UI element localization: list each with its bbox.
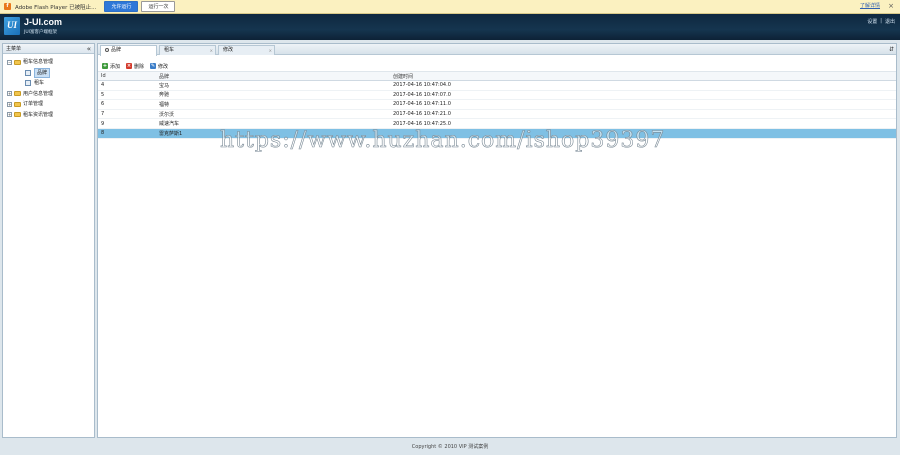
page-icon bbox=[25, 69, 31, 76]
flash-plugin-icon: f bbox=[4, 3, 11, 10]
tree-node-label: 品牌 bbox=[34, 67, 51, 78]
menu-tree: − 租车信息管理 品牌 租车 + 用户信息管理 + 订单管理 + 租车资讯管理 bbox=[3, 54, 94, 120]
app-header: UI J-UI.com JUI富客户端框架 设置 | 退出 bbox=[0, 14, 900, 40]
watermark-text: https://www.huzhan.com/ishop39397 bbox=[220, 128, 666, 154]
tree-node-brand[interactable]: 品牌 bbox=[3, 67, 94, 79]
tree-node-label: 订单管理 bbox=[23, 101, 44, 108]
header-links: 设置 | 退出 bbox=[867, 18, 895, 25]
tree-node-rental[interactable]: 租车 bbox=[3, 78, 94, 89]
table-row[interactable]: 7 沃尔沃 2017-04-16 10:47:21.0 bbox=[98, 110, 896, 120]
tab-label: 品牌 bbox=[111, 47, 122, 53]
column-header-id[interactable]: Id bbox=[101, 73, 106, 79]
tab-brand[interactable]: 品牌 bbox=[100, 45, 157, 56]
expand-toggle-icon[interactable]: + bbox=[7, 112, 12, 118]
link-separator: | bbox=[880, 18, 882, 24]
page-icon bbox=[25, 80, 31, 87]
tab-list-icon[interactable]: ⇵ bbox=[889, 44, 894, 55]
app-title: J-UI.com bbox=[24, 17, 63, 27]
learn-more-link[interactable]: 了解详情 bbox=[860, 2, 880, 9]
footer-copyright: Copyright © 2010 VIP 测试案例 bbox=[411, 444, 489, 450]
allow-run-button[interactable]: 允许运行 bbox=[104, 1, 139, 12]
table-header: Id 品牌 创建时间 bbox=[98, 72, 896, 81]
column-header-brand[interactable]: 品牌 bbox=[159, 73, 169, 80]
tab-edit[interactable]: 修改 × bbox=[218, 45, 275, 55]
cell-brand: 奔驰 bbox=[159, 92, 170, 99]
table-row[interactable]: 6 福特 2017-04-16 10:47:11.0 bbox=[98, 100, 896, 110]
tab-label: 租车 bbox=[164, 47, 175, 53]
expand-toggle-icon[interactable]: + bbox=[7, 91, 12, 97]
tree-node-label: 租车资讯管理 bbox=[23, 111, 54, 118]
cell-id: 7 bbox=[101, 111, 105, 118]
home-icon bbox=[105, 48, 109, 52]
cell-brand: 威速汽车 bbox=[159, 121, 180, 128]
tree-node-user-info[interactable]: + 用户信息管理 bbox=[3, 89, 94, 100]
collapse-icon[interactable]: « bbox=[87, 44, 91, 54]
cell-id: 9 bbox=[101, 120, 105, 127]
add-label: 添加 bbox=[110, 63, 121, 70]
edit-label: 修改 bbox=[158, 63, 169, 70]
tree-node-label: 用户信息管理 bbox=[23, 90, 54, 97]
app-subtitle: JUI富客户端框架 bbox=[24, 30, 57, 35]
tab-rental[interactable]: 租车 × bbox=[159, 45, 216, 55]
run-once-button[interactable]: 运行一次 bbox=[141, 1, 176, 12]
tree-node-label: 租车 bbox=[34, 80, 45, 87]
close-icon[interactable]: × bbox=[888, 2, 894, 11]
logout-link[interactable]: 退出 bbox=[885, 18, 895, 25]
cell-id: 4 bbox=[101, 82, 105, 89]
tree-node-label: 租车信息管理 bbox=[23, 59, 54, 66]
delete-label: 删除 bbox=[134, 63, 145, 70]
tree-node-orders[interactable]: + 订单管理 bbox=[3, 99, 94, 110]
cell-id: 6 bbox=[101, 101, 105, 108]
collapse-toggle-icon[interactable]: − bbox=[7, 59, 12, 65]
sidebar-title: 主菜单 bbox=[6, 46, 22, 52]
cell-brand: 福特 bbox=[159, 101, 170, 108]
cell-time: 2017-04-16 10:47:07.0 bbox=[393, 91, 451, 98]
cell-time: 2017-04-16 10:47:25.0 bbox=[393, 120, 451, 127]
table-row[interactable]: 4 宝马 2017-04-16 10:47:04.0 bbox=[98, 81, 896, 91]
cell-brand: 雷克萨斯1 bbox=[159, 130, 183, 137]
cell-brand: 沃尔沃 bbox=[159, 111, 175, 118]
delete-button[interactable]: × 删除 bbox=[126, 63, 144, 70]
folder-icon bbox=[14, 91, 21, 97]
cell-time: 2017-04-16 10:47:04.0 bbox=[393, 82, 451, 89]
tree-node-car-info[interactable]: − 租车信息管理 bbox=[3, 57, 94, 68]
cell-time: 2017-04-16 10:47:21.0 bbox=[393, 111, 451, 118]
sidebar: 主菜单 « − 租车信息管理 品牌 租车 + 用户信息管理 + 订单管理 + 租… bbox=[2, 43, 95, 438]
tab-bar: 品牌 租车 × 修改 × ⇵ bbox=[98, 44, 896, 56]
tab-close-icon[interactable]: × bbox=[210, 46, 213, 55]
cell-brand: 宝马 bbox=[159, 82, 170, 89]
table-row[interactable]: 5 奔驰 2017-04-16 10:47:07.0 bbox=[98, 91, 896, 101]
main-panel: 品牌 租车 × 修改 × ⇵ + 添加 × 删除 ✎ 修改 Id 品牌 创建时间 bbox=[97, 43, 897, 438]
column-header-created-time[interactable]: 创建时间 bbox=[393, 73, 413, 80]
logo-icon: UI bbox=[4, 17, 20, 35]
tab-close-icon[interactable]: × bbox=[269, 46, 272, 55]
sidebar-header: 主菜单 « bbox=[3, 44, 94, 54]
tab-label: 修改 bbox=[223, 47, 234, 53]
tree-node-news[interactable]: + 租车资讯管理 bbox=[3, 110, 94, 121]
toolbar: + 添加 × 删除 ✎ 修改 bbox=[98, 61, 896, 72]
cell-id: 5 bbox=[101, 91, 105, 98]
folder-icon bbox=[14, 112, 21, 118]
cell-time: 2017-04-16 10:47:11.0 bbox=[393, 101, 451, 108]
cell-id: 8 bbox=[101, 130, 105, 137]
settings-link[interactable]: 设置 bbox=[867, 18, 877, 25]
delete-icon: × bbox=[126, 63, 133, 69]
expand-toggle-icon[interactable]: + bbox=[7, 101, 12, 107]
add-icon: + bbox=[102, 63, 108, 69]
flash-message: Adobe Flash Player 已被阻止... bbox=[15, 4, 97, 11]
add-button[interactable]: + 添加 bbox=[102, 63, 120, 70]
folder-icon bbox=[14, 101, 21, 107]
edit-button[interactable]: ✎ 修改 bbox=[150, 63, 168, 70]
edit-icon: ✎ bbox=[150, 63, 157, 69]
flash-notification-bar: f Adobe Flash Player 已被阻止... 允许运行 运行一次 了… bbox=[0, 0, 900, 14]
folder-icon bbox=[14, 59, 21, 65]
